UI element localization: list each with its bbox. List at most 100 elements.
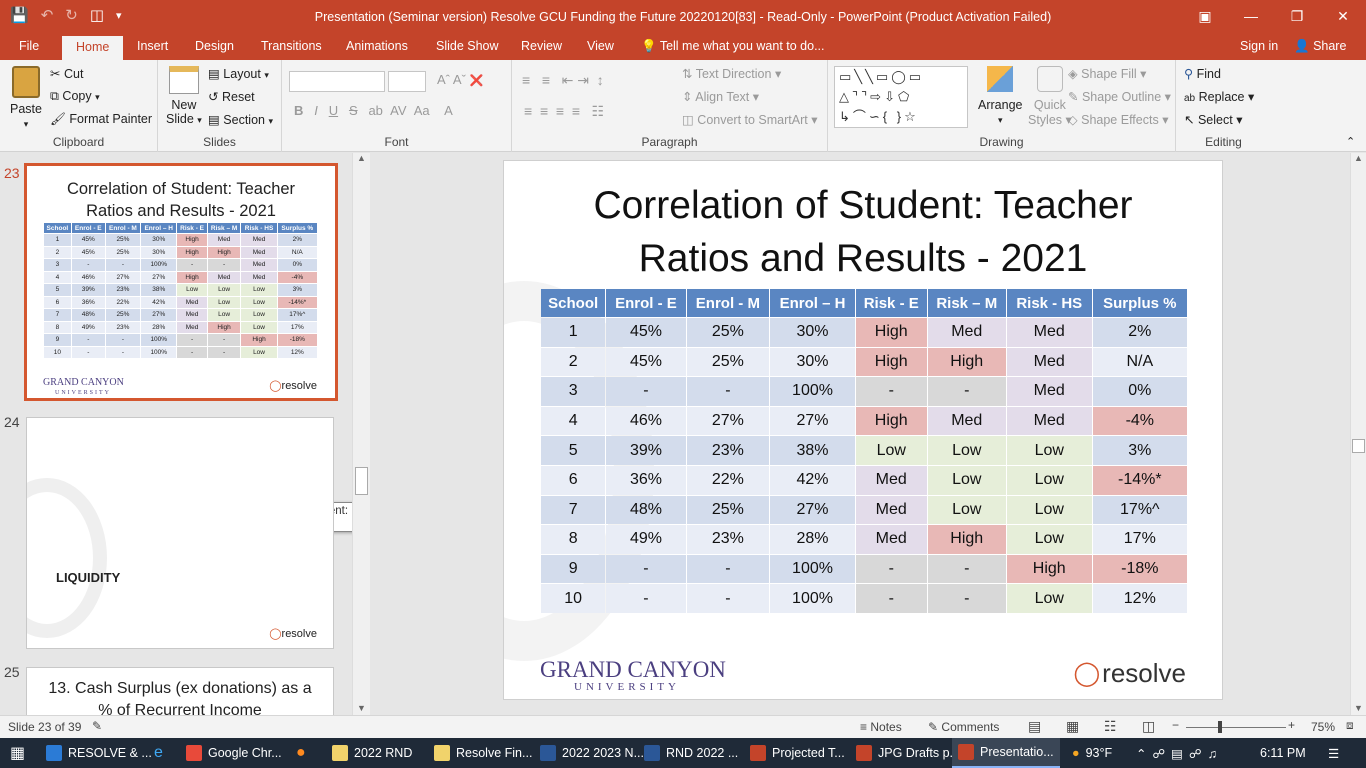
collapse-ribbon-icon[interactable]: ⌃ — [1346, 135, 1355, 148]
zoom-slider[interactable] — [1186, 727, 1286, 728]
minimize-button[interactable]: — — [1228, 0, 1274, 34]
font-size-combo[interactable] — [388, 71, 426, 92]
format-painter-label: Format Painter — [69, 112, 153, 126]
taskbar-item[interactable]: 2022 2023 N... — [534, 738, 650, 768]
new-slide-button[interactable]: New Slide ▾ — [166, 66, 202, 126]
tab-insert[interactable]: Insert — [137, 39, 168, 53]
table-cell: -4% — [1092, 406, 1187, 436]
thumb-table-cell: 27% — [141, 309, 177, 321]
cut-button[interactable]: ✂ Cut — [50, 66, 83, 81]
align-text-button[interactable]: ⇕ Align Text ▾ — [682, 89, 759, 104]
restore-button[interactable]: ❐ — [1274, 0, 1320, 34]
tab-design[interactable]: Design — [195, 39, 234, 53]
tab-slideshow[interactable]: Slide Show — [436, 39, 499, 53]
thumbnail-slide-24[interactable]: LIQUIDITY ◯resolve — [26, 417, 334, 649]
taskbar-item[interactable]: RND 2022 ... — [638, 738, 744, 768]
tab-transitions[interactable]: Transitions — [261, 39, 322, 53]
slide-thumbnail-pane[interactable]: 23 Correlation of Student: Teacher Ratio… — [0, 153, 370, 715]
tab-review[interactable]: Review — [521, 39, 562, 53]
align-text-icon: ⇕ — [682, 90, 693, 104]
taskbar-item[interactable]: Projected T... — [744, 738, 851, 768]
notes-button[interactable]: ≡ Notes — [860, 720, 902, 734]
taskbar-item[interactable]: RESOLVE & ... — [40, 738, 158, 768]
clock[interactable]: 6:11 PM — [1254, 738, 1312, 768]
taskbar-item[interactable]: JPG Drafts p... — [850, 738, 966, 768]
reset-button[interactable]: ↺ Reset — [208, 89, 255, 104]
new-slide-icon — [168, 66, 199, 94]
thumb-table-cell: 2 — [44, 246, 71, 258]
scroll-down-icon[interactable]: ▼ — [353, 703, 370, 713]
reading-view-icon[interactable]: ☷ — [1104, 718, 1117, 735]
notifications-icon[interactable]: ☰ — [1322, 738, 1345, 768]
format-painter-button[interactable]: 🖌 Format Painter — [50, 112, 152, 127]
taskbar-firefox-icon[interactable]: ● — [290, 738, 312, 768]
slide-title[interactable]: Correlation of Student: Teacher Ratios an… — [504, 179, 1222, 285]
paragraph-group: ≡ ≡ ⇤ ⇥ ↕ ≡ ≡ ≡ ≡ ☷ ⇅ Text Direction ▾ ⇕… — [512, 60, 828, 152]
zoom-in-icon[interactable]: + — [1288, 718, 1295, 732]
tab-home[interactable]: Home — [62, 36, 124, 60]
select-button[interactable]: ↖ Select ▾ — [1184, 112, 1242, 127]
table-cell: 1 — [541, 318, 606, 347]
thumb-table-cell: 17%^ — [277, 309, 317, 321]
replace-button[interactable]: ab Replace ▾ — [1184, 89, 1254, 104]
taskbar-item[interactable]: Presentatio... — [952, 738, 1060, 768]
thumbnail-scrollbar[interactable]: ▲ ▼ — [352, 153, 370, 715]
taskbar-item[interactable]: Resolve Fin... — [428, 738, 538, 768]
align-icons[interactable]: ≡ ≡ ≡ ≡ ☷ — [524, 103, 604, 120]
share-button[interactable]: 👤 Share — [1294, 39, 1346, 54]
scroll-down-icon[interactable]: ▼ — [1351, 703, 1366, 713]
table-row: 2 45% 25% 30% High High Med N/A — [541, 347, 1187, 377]
quick-styles-button[interactable]: Quick Styles ▾ — [1028, 66, 1072, 127]
thumb-table-row: 10- -100% - - Low 12% — [44, 346, 317, 358]
shape-fill-button[interactable]: ◈ Shape Fill ▾ — [1068, 66, 1146, 81]
scroll-thumb[interactable] — [355, 467, 368, 495]
ribbon-display-options-icon[interactable]: ▣ — [1182, 0, 1228, 34]
grow-font-icon[interactable]: Aˆ Aˇ ❌ — [437, 72, 483, 87]
tab-view[interactable]: View — [587, 39, 614, 53]
normal-view-icon[interactable]: ▤ — [1028, 718, 1041, 735]
comments-button[interactable]: ✎ Comments — [928, 720, 999, 734]
fit-to-window-icon[interactable]: ⧈ — [1346, 718, 1354, 733]
scroll-up-icon[interactable]: ▲ — [353, 153, 370, 163]
slide-sorter-icon[interactable]: ▦ — [1066, 718, 1079, 735]
bullets-icon[interactable]: ≡ ≡ ⇤ ⇥ ↕ — [522, 72, 604, 89]
find-button[interactable]: ⚲ Find — [1184, 66, 1221, 81]
taskbar-item[interactable]: Google Chr... — [180, 738, 288, 768]
zoom-level[interactable]: 75% — [1311, 720, 1335, 734]
start-button[interactable]: ▦ — [4, 738, 31, 768]
data-table[interactable]: School Enrol - E Enrol - M Enrol – H Risk - … — [540, 288, 1188, 614]
app-icon — [540, 745, 556, 761]
taskbar-item[interactable]: 2022 RND — [326, 738, 418, 768]
zoom-out-icon[interactable]: − — [1172, 718, 1179, 732]
scroll-thumb[interactable] — [1352, 439, 1365, 453]
zoom-slider-thumb[interactable] — [1218, 721, 1222, 733]
shape-outline-button[interactable]: ✎ Shape Outline ▾ — [1068, 89, 1171, 104]
text-direction-button[interactable]: ⇅ Text Direction ▾ — [682, 66, 781, 81]
table-row: 9- -100% - - High -18% — [541, 554, 1187, 584]
paste-button[interactable]: Paste ▾ — [10, 66, 42, 130]
shapes-gallery[interactable]: ▭╲╲▭◯▭ △⌝⌝⇨⇩⬠ ↳⌒∽{ }☆ — [834, 66, 968, 128]
layout-button[interactable]: ▤ Layout ▾ — [208, 66, 269, 81]
section-button[interactable]: ▤ Section ▾ — [208, 112, 273, 127]
weather-widget[interactable]: ● 93°F — [1066, 738, 1118, 768]
tell-me-search[interactable]: 💡 Tell me what you want to do... — [641, 39, 825, 54]
thumbnail-slide-23[interactable]: Correlation of Student: Teacher Ratios a… — [24, 163, 338, 401]
copy-button[interactable]: ⧉ Copy ▾ — [50, 89, 100, 104]
scroll-up-icon[interactable]: ▲ — [1351, 153, 1366, 163]
tab-animations[interactable]: Animations — [346, 39, 408, 53]
tab-file[interactable]: File — [19, 39, 39, 53]
font-format-buttons[interactable]: B I U S ab AV Aa A — [294, 103, 453, 118]
slide-editor[interactable]: Correlation of Student: Teacher Ratios an… — [372, 153, 1366, 715]
current-slide[interactable]: Correlation of Student: Teacher Ratios an… — [503, 160, 1223, 700]
sign-in-link[interactable]: Sign in — [1240, 39, 1278, 53]
thumbnail-slide-25[interactable]: 13. Cash Surplus (ex donations) as a % o… — [26, 667, 334, 715]
spelling-icon[interactable]: ✎ — [92, 719, 102, 733]
shape-effects-button[interactable]: ◇ Shape Effects ▾ — [1068, 112, 1168, 127]
smartart-button[interactable]: ◫ Convert to SmartArt ▾ — [682, 112, 818, 127]
font-name-combo[interactable] — [289, 71, 385, 92]
slide-scrollbar[interactable]: ▲ ▼ — [1350, 153, 1366, 715]
close-button[interactable]: ✕ — [1320, 0, 1366, 34]
system-tray[interactable]: ⌃☍▤☍♫ — [1130, 738, 1229, 768]
arrange-button[interactable]: Arrange ▾ — [978, 66, 1022, 126]
slideshow-view-icon[interactable]: ◫ — [1142, 718, 1155, 735]
